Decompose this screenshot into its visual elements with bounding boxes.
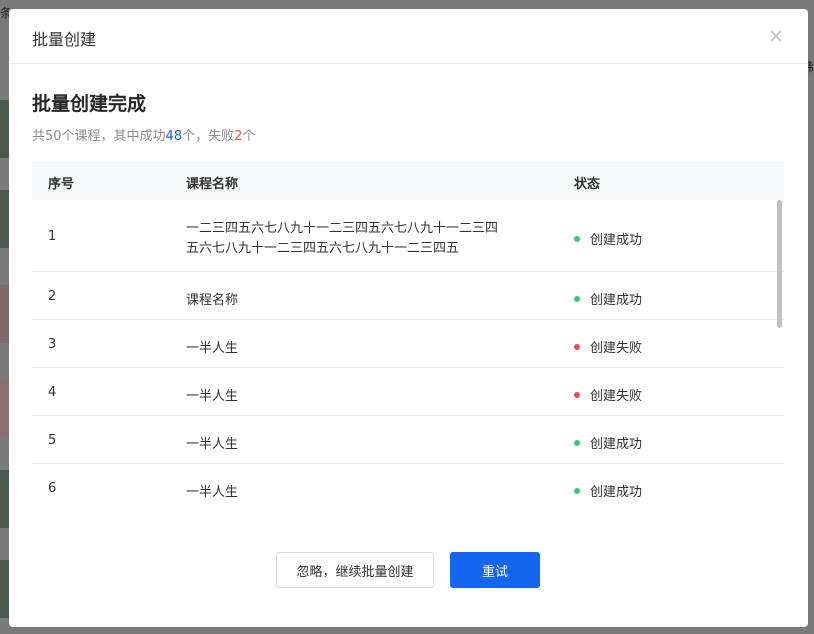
row-course-name: 一半人生 [186, 389, 239, 404]
status-dot-icon [574, 487, 580, 494]
row-course-name: 一半人生 [186, 341, 239, 356]
status-dot-icon [574, 235, 580, 242]
result-title: 批量创建完成 [32, 93, 147, 115]
status-text: 创建成功 [590, 293, 643, 308]
row-status: 创建成功 [574, 481, 642, 500]
column-header-index: 序号 [48, 177, 75, 192]
status-text: 创建失败 [590, 389, 643, 404]
batch-create-modal: 批量创建 批量创建完成 共50个课程，其中成功48个，失败 2 个 序号 课程名称 … [9, 9, 808, 627]
background-thumbnail [0, 285, 9, 343]
status-text: 创建成功 [590, 437, 643, 452]
background-thumbnail [0, 470, 9, 528]
row-course-name: 一二三四五六七八九十一二三四五六七八九十一二三四 [186, 221, 499, 236]
row-status: 创建成功 [574, 433, 642, 452]
ignore-continue-button[interactable]: 忽略，继续批量创建 [276, 552, 434, 588]
summary-suffix: 个 [242, 129, 256, 144]
result-summary: 共50个课程，其中成功48个，失败2个 [32, 125, 255, 144]
row-status: 创建成功 [574, 289, 642, 308]
row-course-name: 一半人生 [186, 485, 239, 500]
status-dot-icon [574, 391, 580, 398]
table-row: 2 课程名称 创建成功 [32, 272, 784, 320]
modal-header: 批量创建 [9, 9, 808, 64]
table-row: 3 一半人生 创建失败 [32, 320, 784, 368]
close-icon[interactable] [767, 27, 785, 45]
row-status: 创建失败 [574, 337, 642, 356]
status-text: 创建成功 [590, 485, 643, 500]
status-dot-icon [574, 295, 580, 302]
row-index: 3 [48, 337, 57, 352]
background-thumbnail [0, 190, 9, 248]
scrollbar-thumb[interactable] [777, 200, 782, 328]
row-index: 6 [48, 481, 57, 496]
status-dot-icon [574, 343, 580, 350]
row-status: 创建失败 [574, 385, 642, 404]
summary-mid: 个，失败 [182, 129, 235, 144]
column-header-course-name: 课程名称 [186, 177, 239, 192]
success-count: 48 [165, 129, 183, 144]
row-course-name: 课程名称 [186, 293, 239, 308]
summary-prefix: 共50个课程，其中成功 [32, 129, 166, 144]
status-text: 创建成功 [590, 233, 643, 248]
background-thumbnail [0, 100, 9, 158]
modal-title: 批量创建 [32, 30, 97, 49]
row-course-name-continued: 五六七八九十一二三四五六七八九十一二三四五 [186, 241, 460, 256]
column-header-status: 状态 [574, 177, 601, 192]
table-row: 5 一半人生 创建成功 [32, 416, 784, 464]
row-index: 4 [48, 385, 57, 400]
retry-button[interactable]: 重试 [450, 552, 540, 588]
status-text: 创建失败 [590, 341, 643, 356]
background-thumbnail [0, 560, 9, 618]
row-course-name: 一半人生 [186, 437, 239, 452]
result-table: 序号 课程名称 状态 1 一二三四五六七八九十一二三四五六七八九十一二三四 五六… [32, 161, 784, 511]
background-thumbnail [0, 378, 9, 436]
row-index: 1 [48, 229, 57, 244]
row-status: 创建成功 [574, 229, 642, 248]
table-scrollbar[interactable] [777, 200, 784, 511]
table-header: 序号 课程名称 状态 [32, 161, 784, 200]
table-row: 6 一半人生 创建成功 [32, 464, 784, 511]
row-index: 2 [48, 289, 57, 304]
table-row: 1 一二三四五六七八九十一二三四五六七八九十一二三四 五六七八九十一二三四五六七… [32, 200, 784, 272]
row-index: 5 [48, 433, 57, 448]
table-row: 4 一半人生 创建失败 [32, 368, 784, 416]
status-dot-icon [574, 439, 580, 446]
